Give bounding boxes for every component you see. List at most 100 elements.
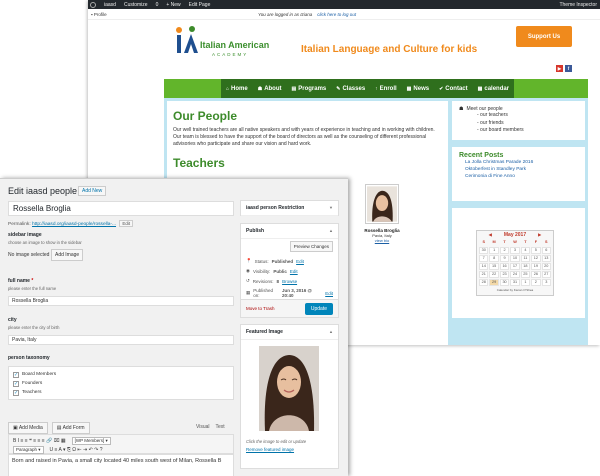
calendar-day[interactable]: 26 [531,270,541,278]
calendar-day[interactable]: 11 [520,254,531,262]
add-form-button[interactable]: ▤ Add Form [51,422,90,434]
preview-changes-button[interactable]: Preview Changes [289,241,333,252]
profile-link[interactable]: ▪ Profile [88,12,258,17]
teacher-photo[interactable] [365,184,399,224]
calendar-day[interactable]: 30 [479,246,489,254]
calendar-day[interactable]: 1 [520,278,531,286]
calendar-day[interactable]: 3 [510,246,520,254]
adminbar-edit-page[interactable]: Edit Page [189,2,211,8]
calendar-day[interactable]: 29 [489,278,499,286]
calendar-day[interactable]: 14 [479,262,489,270]
toggle-arrow-icon[interactable]: ▲ [329,228,333,234]
adminbar-theme-inspector[interactable]: Theme Inspector [559,2,600,8]
revisions-browse-link[interactable]: Browse [282,279,297,284]
view-bio-link[interactable]: view bio [357,238,407,243]
calendar-day[interactable]: 25 [520,270,531,278]
calendar-day[interactable]: 31 [510,278,520,286]
calendar-day[interactable]: 7 [479,254,489,262]
wp-members-select[interactable]: [WP Members] ▾ [71,436,111,445]
calendar-day[interactable]: 15 [489,262,499,270]
calendar-day[interactable]: 18 [520,262,531,270]
adminbar-new[interactable]: + New [166,2,180,8]
add-new-button[interactable]: Add New [78,186,107,196]
menu-item-friends[interactable]: - our friends [459,120,578,128]
youtube-icon[interactable]: ▶ [556,65,563,72]
calendar-day[interactable]: 5 [531,246,541,254]
featured-image-header[interactable]: Featured Image ▲ [241,325,338,340]
calendar-day[interactable]: 17 [510,262,520,270]
published-edit-link[interactable]: Edit [325,291,333,296]
nav-item-contact[interactable]: ✔ Contact [434,79,473,98]
restriction-box-header[interactable]: iaasd person Restriction ▼ [241,201,338,216]
adminbar-comments[interactable]: 0 [156,2,159,8]
calendar-day[interactable]: 23 [499,270,510,278]
status-edit-link[interactable]: Edit [296,259,304,264]
update-button[interactable]: Update [304,303,333,315]
calendar-day[interactable]: 22 [489,270,499,278]
next-month-icon[interactable]: ▶ [538,232,541,237]
nav-item-news[interactable]: ▦ News [402,79,434,98]
calendar-day[interactable]: 6 [541,246,551,254]
calendar-day[interactable]: 27 [541,270,551,278]
prev-month-icon[interactable]: ◀ [489,232,492,237]
calendar-day[interactable]: 8 [489,254,499,262]
calendar-day[interactable]: 2 [499,246,510,254]
checkbox-checked-icon[interactable]: ✓ [13,371,19,378]
nav-item-programs[interactable]: ▤ Programs [287,79,332,98]
support-us-button[interactable]: Support Us [516,26,572,47]
menu-item-teachers[interactable]: - our teachers [459,112,578,120]
nav-item-enroll[interactable]: ↑ Enroll [370,79,402,98]
checkbox-checked-icon[interactable]: ✓ [13,380,19,387]
taxonomy-option[interactable]: ✓ Board Members [13,370,229,379]
nav-item-about[interactable]: ☗ About [253,79,287,98]
calendar-day[interactable]: 4 [520,246,531,254]
permalink-url[interactable]: http://iaasd.org/iaasd-people/rossella-.… [32,222,116,227]
calendar-day[interactable]: 21 [479,270,489,278]
toggle-arrow-icon[interactable]: ▲ [329,329,333,335]
calendar-day[interactable]: 10 [510,254,520,262]
nav-item-calendar[interactable]: ▦ calendar [473,79,514,98]
calendar-day[interactable]: 9 [499,254,510,262]
calendar-day[interactable]: 12 [531,254,541,262]
format-buttons[interactable]: B I ≡ ≡ ❝ ≡ ≡ ≡ 🔗 ⌧ ▦ [13,438,66,444]
tab-text[interactable]: Text [216,424,225,430]
logout-link[interactable]: click here to log out [317,12,356,17]
paragraph-select[interactable]: Paragraph ▾ [13,445,44,454]
calendar-day[interactable]: 2 [531,278,541,286]
content-editor[interactable]: Born and raised in Pavia, a small city l… [8,454,234,476]
academy-logo-icon[interactable] [170,26,202,56]
visibility-edit-link[interactable]: Edit [290,269,298,274]
city-field[interactable]: Pavia, Italy [8,335,234,345]
recent-post-link[interactable]: Oktoberfest in Standley Park [459,166,578,173]
add-image-button[interactable]: Add Image [51,249,84,261]
calendar-day[interactable]: 16 [499,262,510,270]
nav-item-home[interactable]: ⌂ Home [221,79,253,98]
wordpress-icon[interactable] [90,1,96,8]
checkbox-checked-icon[interactable]: ✓ [13,389,19,396]
calendar-day[interactable]: 19 [531,262,541,270]
full-name-field[interactable]: Rossella Broglia [8,296,234,306]
calendar-day[interactable]: 1 [489,246,499,254]
facebook-icon[interactable]: f [565,65,572,72]
calendar-day[interactable]: 13 [541,254,551,262]
adminbar-site[interactable]: iaasd [104,2,116,8]
calendar-day[interactable]: 3 [541,278,551,286]
taxonomy-option[interactable]: ✓ Founders [13,379,229,388]
format-buttons-2[interactable]: U ≡ A ▾ ⎘ Ω ⇤ ⇥ ↶ ↷ ? [50,447,103,453]
calendar-day[interactable]: 28 [479,278,489,286]
nav-item-classes[interactable]: ✎ Classes [331,79,370,98]
toggle-arrow-icon[interactable]: ▼ [329,205,333,211]
taxonomy-option[interactable]: ✓ Teachers [13,388,229,397]
menu-item-board[interactable]: - our board members [459,127,578,135]
tab-visual[interactable]: Visual [196,424,210,430]
remove-featured-image-link[interactable]: Remove featured image [241,444,338,455]
permalink-edit-button[interactable]: Edit [119,220,134,227]
featured-image-photo[interactable] [259,346,319,431]
calendar-day[interactable]: 20 [541,262,551,270]
adminbar-customize[interactable]: Customize [124,2,148,8]
post-title-input[interactable]: Rossella Broglia [8,201,234,216]
calendar-day[interactable]: 24 [510,270,520,278]
calendar-day[interactable]: 30 [499,278,510,286]
publish-box-header[interactable]: Publish ▲ [241,224,338,239]
move-to-trash-link[interactable]: Move to Trash [246,306,275,311]
